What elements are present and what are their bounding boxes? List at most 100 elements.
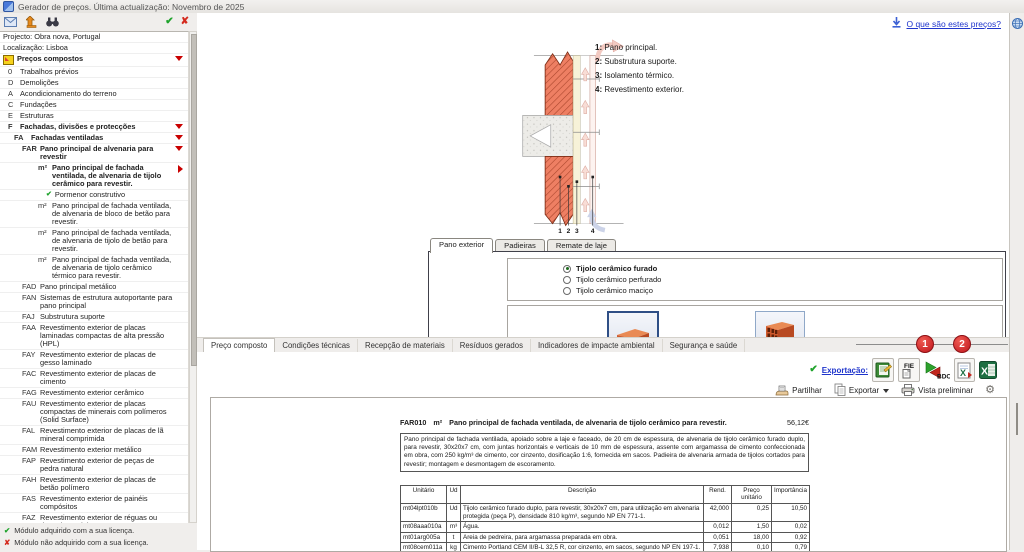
drawing-legend-number: 2: <box>595 57 604 66</box>
binoculars-search-icon[interactable] <box>45 16 59 29</box>
excel-export-icon[interactable]: X <box>979 360 997 380</box>
tree-item[interactable]: FAMRevestimento exterior metálico <box>0 445 188 456</box>
tree-item-code: FAA <box>22 324 40 332</box>
tree-item[interactable]: FAHRevestimento exterior de placas de be… <box>0 475 188 494</box>
radio-tijolo-cerâmico-maciço[interactable]: Tijolo cerâmico maciço <box>563 285 1002 296</box>
tree-item[interactable]: FARPano principal de alvenaria para reve… <box>0 144 188 163</box>
tab-pano-exterior[interactable]: Pano exterior <box>430 238 493 253</box>
tree-item[interactable]: FAPRevestimento exterior de peças de ped… <box>0 456 188 475</box>
tree-item[interactable]: m²Pano principal de fachada ventilada, d… <box>0 163 188 190</box>
tree-item[interactable]: FADPano principal metálico <box>0 282 188 293</box>
tab-resíduos-gerados[interactable]: Resíduos gerados <box>453 339 531 352</box>
tree-item[interactable]: FAZRevestimento exterior de réguas ou ri… <box>0 513 188 523</box>
tree-item[interactable]: DDemolições <box>0 78 188 89</box>
tree-item-code: FAG <box>22 389 40 397</box>
brick-image-group <box>507 305 1003 339</box>
project-row[interactable]: Projecto: Obra nova, Portugal <box>0 32 188 43</box>
location-row[interactable]: Localização: Lisboa <box>0 43 188 54</box>
tree-item[interactable]: FAGRevestimento exterior cerâmico <box>0 388 188 399</box>
tab-indicadores-de-impacte-ambiental[interactable]: Indicadores de impacte ambiental <box>531 339 663 352</box>
mail-icon[interactable] <box>3 16 17 29</box>
tree-item[interactable]: 0Trabalhos prévios <box>0 67 188 78</box>
export-check-icon: ✔ <box>809 365 817 375</box>
drawing-legend-item: 1: Pano principal. <box>595 43 684 52</box>
tab-condições-técnicas[interactable]: Condições técnicas <box>275 339 358 352</box>
tree-item[interactable]: FACRevestimento exterior de placas de ci… <box>0 369 188 388</box>
tab-segurança-e-saúde[interactable]: Segurança e saúde <box>663 339 746 352</box>
settings-button[interactable]: ⚙ <box>985 385 995 396</box>
tree-item[interactable]: m²Pano principal de fachada ventilada, d… <box>0 255 188 282</box>
tree-item[interactable]: FAFachadas ventiladas <box>0 133 188 144</box>
legend-text: Módulo adquirido com a sua licença. <box>14 526 134 535</box>
table-cell: mt08cem011a <box>401 543 447 552</box>
tree-item[interactable]: FFachadas, divisões e protecções <box>0 122 188 133</box>
tree-item-label: Fundações <box>20 101 174 109</box>
bdc-export-icon[interactable]: BDC <box>924 360 950 380</box>
collapse-arrow-icon[interactable] <box>175 135 183 140</box>
radio-tijolo-cerâmico-perfurado[interactable]: Tijolo cerâmico perfurado <box>563 274 1002 285</box>
table-header-row: UnitárioUdDescriçãoRend.Preço unitárioIm… <box>401 485 810 503</box>
tree-item-label: Revestimento exterior de placas de cimen… <box>40 370 174 386</box>
brick-image-perforated[interactable] <box>755 311 805 339</box>
item-price: 56,12€ <box>787 418 809 427</box>
export-button[interactable]: Exportar <box>834 383 889 398</box>
collapse-arrow-icon[interactable] <box>175 56 183 61</box>
collapse-arrow-icon[interactable] <box>175 124 183 129</box>
table-column-header: Ud <box>447 485 461 503</box>
share-button[interactable]: Partilhar <box>775 384 822 398</box>
tree-item-code: FAC <box>22 370 40 378</box>
price-update-icon[interactable] <box>24 16 38 29</box>
share-hand-icon <box>775 384 789 398</box>
accept-icon[interactable]: ✔ <box>165 17 173 27</box>
tree-item[interactable]: FAJSubstrutura suporte <box>0 312 188 323</box>
tree-item-code: FAD <box>22 283 40 291</box>
globe-icon[interactable] <box>1012 16 1023 34</box>
tree-item[interactable]: m²Pano principal de fachada ventilada, d… <box>0 201 188 228</box>
sidebar-scrollbar[interactable] <box>189 31 197 523</box>
tree-item[interactable]: FAURevestimento exterior de placas compa… <box>0 399 188 426</box>
tree-item[interactable]: FANSistemas de estrutura autoportante pa… <box>0 293 188 312</box>
what-are-these-prices-link[interactable]: O que são estes preços? <box>906 19 1001 29</box>
print-preview-button[interactable]: Vista preliminar <box>901 384 973 398</box>
svg-text:FIE: FIE <box>904 363 915 370</box>
tree-item[interactable]: FAYRevestimento exterior de placas de ge… <box>0 350 188 369</box>
drawing-legend-text: Substrutura suporte. <box>604 57 676 66</box>
download-arrow-icon[interactable] <box>892 17 901 30</box>
collapse-arrow-icon[interactable] <box>175 146 183 151</box>
tree-item[interactable]: EEstruturas <box>0 111 188 122</box>
fie-export-icon[interactable]: FIE <box>898 358 920 382</box>
tree-item-code: FAL <box>22 427 40 435</box>
table-column-header: Unitário <box>401 485 447 503</box>
table-cell: m³ <box>447 522 461 533</box>
radio-icon <box>563 265 571 273</box>
tree-item[interactable]: FAARevestimento exterior de placas lamin… <box>0 323 188 350</box>
tab-recepção-de-materiais[interactable]: Recepção de materiais <box>358 339 453 352</box>
tree-item[interactable]: ✔Pormenor construtivo <box>0 190 188 201</box>
expand-arrow-icon[interactable] <box>178 165 183 173</box>
radio-tijolo-cerâmico-furado[interactable]: Tijolo cerâmico furado <box>563 263 1002 274</box>
tree-item[interactable]: AAcondicionamento do terreno <box>0 89 188 100</box>
tree-item-label: Demolições <box>20 79 174 87</box>
tree-item[interactable]: FALRevestimento exterior de placas de lã… <box>0 426 188 445</box>
item-unit: m² <box>433 418 442 427</box>
table-row: mt08aaa010am³Água.0,0121,500,02 <box>401 522 810 533</box>
tree-item[interactable]: FASRevestimento exterior de painéis comp… <box>0 494 188 513</box>
table-cell: Água. <box>461 522 704 533</box>
table-column-header: Preço unitário <box>732 485 772 503</box>
tree-item-code: FAN <box>22 294 40 302</box>
tree-item[interactable]: m²Pano principal de fachada ventilada, d… <box>0 228 188 255</box>
tab-preço-composto[interactable]: Preço composto <box>203 338 275 352</box>
tree-item[interactable]: Preços compostos <box>0 54 188 67</box>
license-legend: ✔Módulo adquirido com a sua licença.✘Mód… <box>0 524 197 550</box>
tree-item-code: FAH <box>22 476 40 484</box>
xls-export-icon[interactable]: X <box>954 358 975 382</box>
tree-item[interactable]: CFundações <box>0 100 188 111</box>
catalog-tree: Preços compostos0Trabalhos préviosDDemol… <box>0 54 188 523</box>
document-scrollbar-thumb[interactable] <box>1016 403 1018 435</box>
notebook-export-icon[interactable] <box>872 358 894 382</box>
export-link[interactable]: Exportação: <box>822 366 868 375</box>
tree-item-label: Pano principal de fachada ventilada, de … <box>52 229 174 253</box>
brick-image-hollow[interactable] <box>607 311 659 339</box>
cancel-icon[interactable]: ✘ <box>181 17 189 27</box>
share-label: Partilhar <box>792 386 822 395</box>
